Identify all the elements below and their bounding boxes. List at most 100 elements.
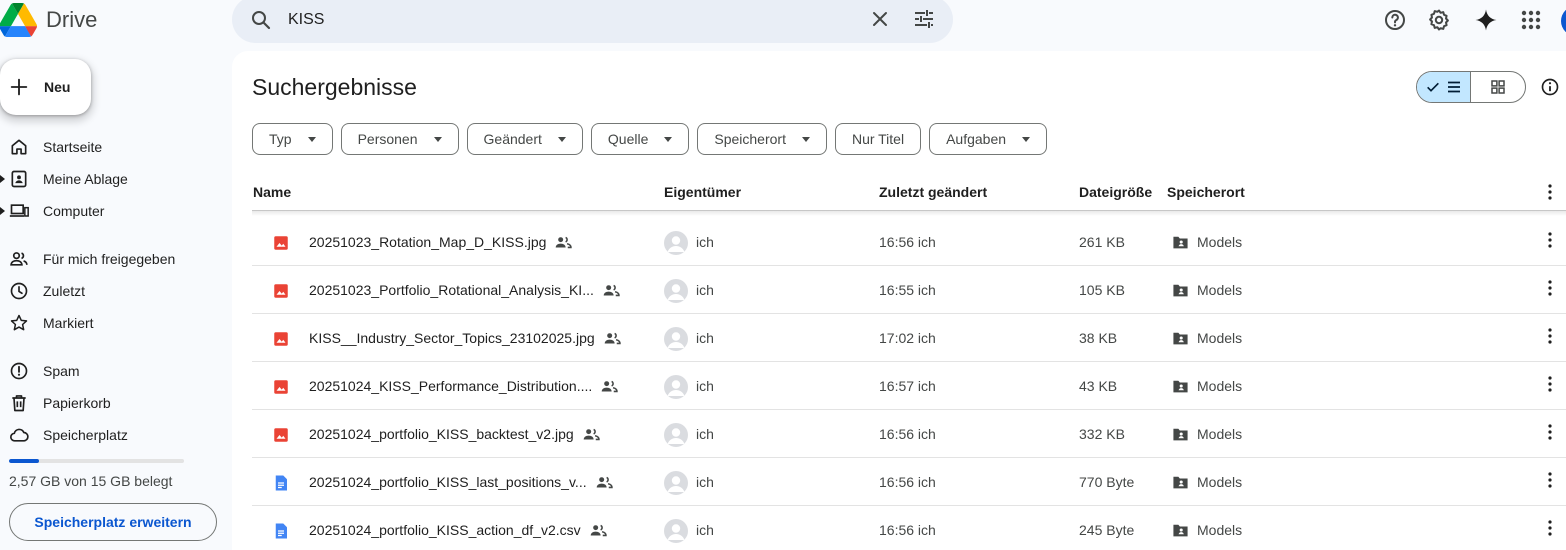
my-drive-icon bbox=[11, 170, 27, 188]
file-owner: ich bbox=[696, 378, 714, 394]
column-header-location[interactable]: Speicherort bbox=[1167, 184, 1245, 200]
sidebar-item-shared-with-me[interactable]: Für mich freigegeben bbox=[0, 243, 226, 275]
account-avatar[interactable] bbox=[1561, 6, 1566, 36]
list-icon bbox=[1447, 81, 1460, 93]
sidebar-item-label: Startseite bbox=[43, 139, 103, 155]
chip-label: Speicherort bbox=[714, 131, 786, 147]
more-vert-icon[interactable] bbox=[1548, 280, 1552, 296]
sidebar-item-label: Papierkorb bbox=[43, 395, 111, 411]
file-modified: 16:55 ich bbox=[879, 282, 936, 298]
chip-label: Typ bbox=[269, 131, 292, 147]
filter-title-only[interactable]: Nur Titel bbox=[834, 123, 922, 155]
caret-right-icon[interactable] bbox=[0, 175, 6, 183]
file-row[interactable]: 20251023_Rotation_Map_D_KISS.jpg ich 16:… bbox=[252, 218, 1566, 266]
chevron-down-icon bbox=[557, 136, 566, 142]
column-header-size[interactable]: Dateigröße bbox=[1079, 184, 1152, 200]
storage-usage-text: 2,57 GB von 15 GB belegt bbox=[9, 473, 173, 489]
people-icon bbox=[10, 252, 28, 266]
more-vert-icon[interactable] bbox=[1548, 184, 1552, 200]
file-row[interactable]: 20251023_Portfolio_Rotational_Analysis_K… bbox=[252, 266, 1566, 314]
new-button-label: Neu bbox=[44, 79, 71, 95]
grid-view-button[interactable] bbox=[1471, 72, 1525, 102]
sidebar-item-trash[interactable]: Papierkorb bbox=[0, 387, 226, 419]
get-more-storage-button[interactable]: Speicherplatz erweitern bbox=[9, 503, 217, 541]
file-name: 20251024_portfolio_KISS_backtest_v2.jpg bbox=[309, 426, 574, 442]
shared-icon bbox=[583, 428, 600, 440]
shared-folder-icon bbox=[1173, 380, 1188, 393]
file-modified: 16:57 ich bbox=[879, 378, 936, 394]
chip-label: Nur Titel bbox=[851, 131, 905, 147]
filter-source[interactable]: Quelle bbox=[590, 123, 690, 155]
file-row[interactable]: 20251024_KISS_Performance_Distribution..… bbox=[252, 362, 1566, 410]
file-name: 20251023_Portfolio_Rotational_Analysis_K… bbox=[309, 282, 594, 298]
shared-icon bbox=[603, 284, 620, 296]
owner-avatar bbox=[664, 375, 688, 399]
apps-grid-icon[interactable] bbox=[1519, 8, 1543, 32]
info-icon[interactable] bbox=[1540, 77, 1560, 97]
file-location: Models bbox=[1197, 426, 1243, 442]
shared-folder-icon bbox=[1173, 236, 1188, 249]
sidebar-item-computers[interactable]: Computer bbox=[0, 195, 226, 227]
filter-location[interactable]: Speicherort bbox=[697, 123, 827, 155]
shared-icon bbox=[590, 524, 607, 536]
column-header-modified[interactable]: Zuletzt geändert bbox=[879, 184, 987, 200]
shared-folder-icon bbox=[1173, 332, 1188, 345]
more-vert-icon[interactable] bbox=[1548, 232, 1552, 248]
filter-people[interactable]: Personen bbox=[340, 123, 459, 155]
computer-icon bbox=[9, 204, 29, 217]
trash-icon bbox=[12, 395, 26, 412]
home-icon bbox=[11, 139, 27, 155]
file-row[interactable]: 20251024_portfolio_KISS_backtest_v2.jpg … bbox=[252, 410, 1566, 458]
file-modified: 17:02 ich bbox=[879, 330, 936, 346]
file-name: 20251024_KISS_Performance_Distribution..… bbox=[309, 378, 593, 394]
more-vert-icon[interactable] bbox=[1548, 424, 1552, 440]
file-row[interactable]: KISS__Industry_Sector_Topics_23102025.jp… bbox=[252, 314, 1566, 362]
sidebar-item-recent[interactable]: Zuletzt bbox=[0, 275, 226, 307]
caret-right-icon[interactable] bbox=[0, 207, 6, 215]
more-vert-icon[interactable] bbox=[1548, 472, 1552, 488]
sidebar-item-label: Für mich freigegeben bbox=[43, 251, 176, 267]
sidebar-item-home[interactable]: Startseite bbox=[0, 131, 226, 163]
new-button[interactable]: Neu bbox=[0, 59, 91, 115]
file-size: 105 KB bbox=[1079, 282, 1125, 298]
close-icon[interactable] bbox=[868, 7, 892, 31]
file-owner: ich bbox=[696, 330, 714, 346]
column-header-owner[interactable]: Eigentümer bbox=[664, 184, 741, 200]
drive-logo-icon bbox=[0, 3, 38, 37]
list-view-button[interactable] bbox=[1417, 72, 1472, 102]
search-icon[interactable] bbox=[249, 8, 273, 32]
sidebar-item-starred[interactable]: Markiert bbox=[0, 307, 226, 339]
more-vert-icon[interactable] bbox=[1548, 376, 1552, 392]
tune-icon[interactable] bbox=[912, 7, 936, 31]
shared-icon bbox=[556, 236, 573, 248]
more-vert-icon[interactable] bbox=[1548, 328, 1552, 344]
filter-tasks[interactable]: Aufgaben bbox=[929, 123, 1048, 155]
sidebar-item-my-drive[interactable]: Meine Ablage bbox=[0, 163, 226, 195]
sidebar-item-spam[interactable]: Spam bbox=[0, 355, 226, 387]
sidebar-item-storage[interactable]: Speicherplatz bbox=[0, 419, 226, 451]
spam-icon bbox=[10, 362, 28, 380]
chevron-down-icon bbox=[801, 136, 810, 142]
shared-folder-icon bbox=[1173, 428, 1188, 441]
file-size: 332 KB bbox=[1079, 426, 1125, 442]
column-header-name[interactable]: Name bbox=[253, 184, 291, 200]
filter-chips: Typ Personen Geändert Quelle Speicherort… bbox=[252, 123, 1055, 155]
file-modified: 16:56 ich bbox=[879, 234, 936, 250]
gear-icon[interactable] bbox=[1427, 8, 1451, 32]
gemini-sparkle-icon[interactable] bbox=[1474, 8, 1498, 32]
filter-type[interactable]: Typ bbox=[252, 123, 333, 155]
help-icon[interactable] bbox=[1383, 8, 1407, 32]
file-name: KISS__Industry_Sector_Topics_23102025.jp… bbox=[309, 330, 595, 346]
drive-logo[interactable]: Drive bbox=[0, 0, 97, 40]
file-row[interactable]: 20251024_portfolio_KISS_action_df_v2.csv… bbox=[252, 506, 1566, 550]
more-vert-icon[interactable] bbox=[1548, 520, 1552, 536]
search-input[interactable] bbox=[288, 6, 848, 34]
filter-modified[interactable]: Geändert bbox=[466, 123, 583, 155]
file-row[interactable]: 20251024_portfolio_KISS_last_positions_v… bbox=[252, 458, 1566, 506]
sidebar-item-label: Meine Ablage bbox=[43, 171, 128, 187]
view-toggle bbox=[1416, 71, 1526, 103]
storage-progress-fill bbox=[9, 459, 39, 463]
file-location: Models bbox=[1197, 282, 1243, 298]
clock-icon bbox=[10, 282, 28, 300]
page-title: Suchergebnisse bbox=[252, 74, 417, 100]
